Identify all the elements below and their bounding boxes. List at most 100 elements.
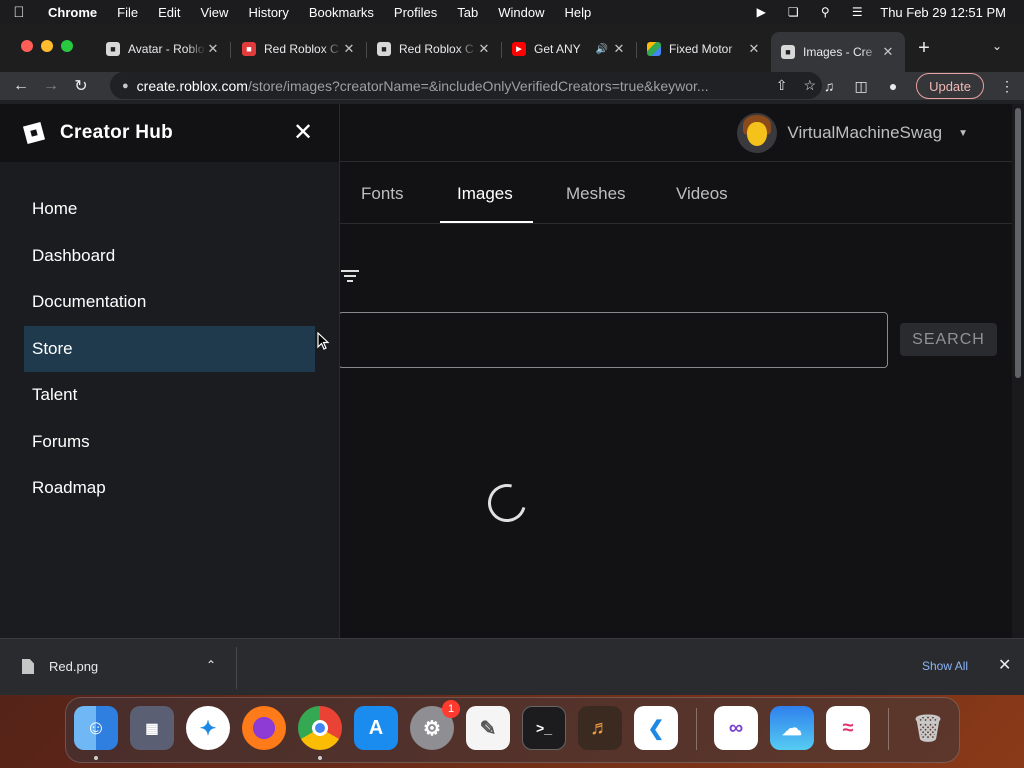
back-arrow-icon[interactable]: ← (6, 77, 36, 95)
roblox-logo-icon[interactable] (22, 121, 46, 145)
profile-icon[interactable]: ● (884, 78, 902, 94)
menu-bookmarks[interactable]: Bookmarks (299, 5, 384, 20)
browser-tab[interactable]: ■ Red Roblox C ✕ (232, 34, 366, 64)
close-tab-icon[interactable]: ✕ (342, 41, 356, 57)
menu-history[interactable]: History (238, 5, 298, 20)
new-tab-button[interactable]: + (913, 37, 935, 60)
tab-meshes[interactable]: Meshes (566, 184, 626, 204)
apple-icon[interactable]:  (0, 4, 38, 21)
show-all-link[interactable]: Show All (922, 659, 968, 673)
search-input[interactable] (338, 312, 888, 368)
update-button[interactable]: Update (916, 73, 984, 99)
download-file-name[interactable]: Red.png (49, 659, 98, 674)
nav-item-documentation[interactable]: Documentation (24, 279, 315, 326)
system-settings-icon[interactable]: ⚙ 1 (410, 700, 460, 750)
weather-icon[interactable]: ☁ (770, 706, 814, 750)
youtube-icon: ▶ (512, 42, 526, 56)
creator-hub-drawer: Creator Hub ✕ Home Dashboard Documentati… (0, 104, 340, 638)
avatar-face (747, 122, 768, 146)
browser-tab[interactable]: ■ Red Roblox C ✕ (367, 34, 501, 64)
menu-file[interactable]: File (107, 5, 148, 20)
drawer-title[interactable]: Creator Hub (60, 122, 173, 144)
side-panel-icon[interactable]: ◫ (852, 78, 870, 95)
vscode-icon[interactable]: ❮ (634, 706, 678, 750)
more-menu-icon[interactable]: ⋮ (998, 78, 1016, 95)
avatar[interactable] (737, 113, 778, 153)
textedit-icon[interactable]: ✎ (466, 706, 510, 750)
downloads-divider (236, 647, 237, 689)
finder-icon[interactable]: ☺ (74, 706, 118, 750)
close-tab-icon[interactable]: ✕ (477, 41, 491, 57)
chrome-icon[interactable] (298, 706, 342, 750)
spotlight-search-icon[interactable]: ⚲ (816, 5, 834, 19)
forward-arrow-icon[interactable]: → (36, 77, 66, 95)
nav-item-talent[interactable]: Talent (24, 372, 315, 419)
tab-title: Red Roblox C (399, 42, 474, 56)
username[interactable]: VirtualMachineSwag (787, 123, 942, 143)
user-menu[interactable]: VirtualMachineSwag ▼ (737, 113, 968, 153)
close-window-button[interactable] (21, 40, 33, 52)
web-page: VirtualMachineSwag ▼ Fonts Images Meshes… (0, 104, 1012, 638)
tab-title: Images - Cre (803, 45, 873, 59)
nav-item-dashboard[interactable]: Dashboard (24, 233, 315, 280)
control-center-icon[interactable]: ☰ (848, 5, 866, 19)
menu-edit[interactable]: Edit (148, 5, 190, 20)
minimize-window-button[interactable] (41, 40, 53, 52)
nav-item-home[interactable]: Home (24, 186, 315, 233)
menu-view[interactable]: View (190, 5, 238, 20)
garageband-icon[interactable]: ♬ (578, 706, 622, 750)
bookmark-star-icon[interactable]: ☆ (803, 77, 816, 94)
scrollbar-thumb[interactable] (1015, 108, 1021, 378)
active-tab-indicator (440, 221, 533, 223)
tab-strip: ■ Avatar - Roblox ✕ ■ Red Roblox C ✕ ■ R… (0, 24, 1024, 72)
menu-help[interactable]: Help (555, 5, 602, 20)
close-tab-icon[interactable]: ✕ (747, 41, 761, 57)
launchpad-icon[interactable]: ▦ (130, 706, 174, 750)
trash-icon[interactable]: 🗑 (906, 706, 950, 750)
audio-playing-icon[interactable]: 🔊 (596, 44, 608, 55)
close-icon[interactable]: ✕ (292, 118, 314, 147)
close-tab-icon[interactable]: ✕ (206, 41, 220, 57)
search-button[interactable]: SEARCH (900, 323, 997, 356)
visual-studio-icon[interactable]: ∞ (714, 706, 758, 750)
tab-search-chevron-icon[interactable]: ⌄ (992, 39, 1002, 53)
firefox-icon[interactable] (242, 706, 286, 750)
tab-divider (230, 42, 231, 58)
menu-profiles[interactable]: Profiles (384, 5, 447, 20)
chevron-up-icon[interactable]: ⌃ (206, 658, 216, 672)
google-drive-icon (647, 42, 661, 56)
safari-icon[interactable]: ✦ (186, 706, 230, 750)
filter-icon[interactable] (341, 270, 359, 285)
app-store-icon[interactable]: A (354, 706, 398, 750)
tab-images[interactable]: Images (457, 184, 513, 204)
screen-record-icon[interactable]: ▶︎ (752, 5, 770, 19)
zoom-window-button[interactable] (61, 40, 73, 52)
browser-tab[interactable]: Fixed Motor ✕ (637, 34, 771, 64)
menu-window[interactable]: Window (488, 5, 554, 20)
caret-down-icon[interactable]: ▼ (958, 128, 968, 139)
close-tab-icon[interactable]: ✕ (881, 44, 895, 60)
close-tab-icon[interactable]: ✕ (612, 41, 626, 57)
browser-tab[interactable]: ■ Avatar - Roblox ✕ (96, 34, 230, 64)
address-bar[interactable]: ● create.roblox.com /store/images?creato… (110, 72, 822, 99)
menu-tab[interactable]: Tab (447, 5, 488, 20)
share-icon[interactable]: ⇧ (776, 77, 788, 94)
reload-icon[interactable]: ↻ (66, 76, 96, 96)
site-info-icon[interactable]: ● (122, 80, 129, 92)
browser-tab-active[interactable]: ■ Images - Cre ✕ (771, 32, 905, 72)
roblox-icon: ■ (781, 45, 795, 59)
nav-item-roadmap[interactable]: Roadmap (24, 465, 315, 512)
menubar-clock[interactable]: Thu Feb 29 12:51 PM (880, 5, 1006, 20)
nav-item-store[interactable]: Store (24, 325, 315, 372)
menu-app-name[interactable]: Chrome (38, 5, 107, 20)
media-controls-icon[interactable]: ♫ (820, 78, 838, 94)
freeform-icon[interactable]: ≈ (826, 706, 870, 750)
nav-item-forums[interactable]: Forums (24, 419, 315, 466)
tab-fonts[interactable]: Fonts (361, 184, 404, 204)
roblox-icon: ■ (242, 42, 256, 56)
tab-videos[interactable]: Videos (676, 184, 728, 204)
browser-tab[interactable]: ▶ Get ANY 🔊 ✕ (502, 34, 636, 64)
terminal-icon[interactable]: >_ (522, 706, 566, 750)
display-mirror-icon[interactable]: ❏ (784, 5, 802, 19)
close-downloads-icon[interactable]: ✕ (998, 655, 1011, 675)
